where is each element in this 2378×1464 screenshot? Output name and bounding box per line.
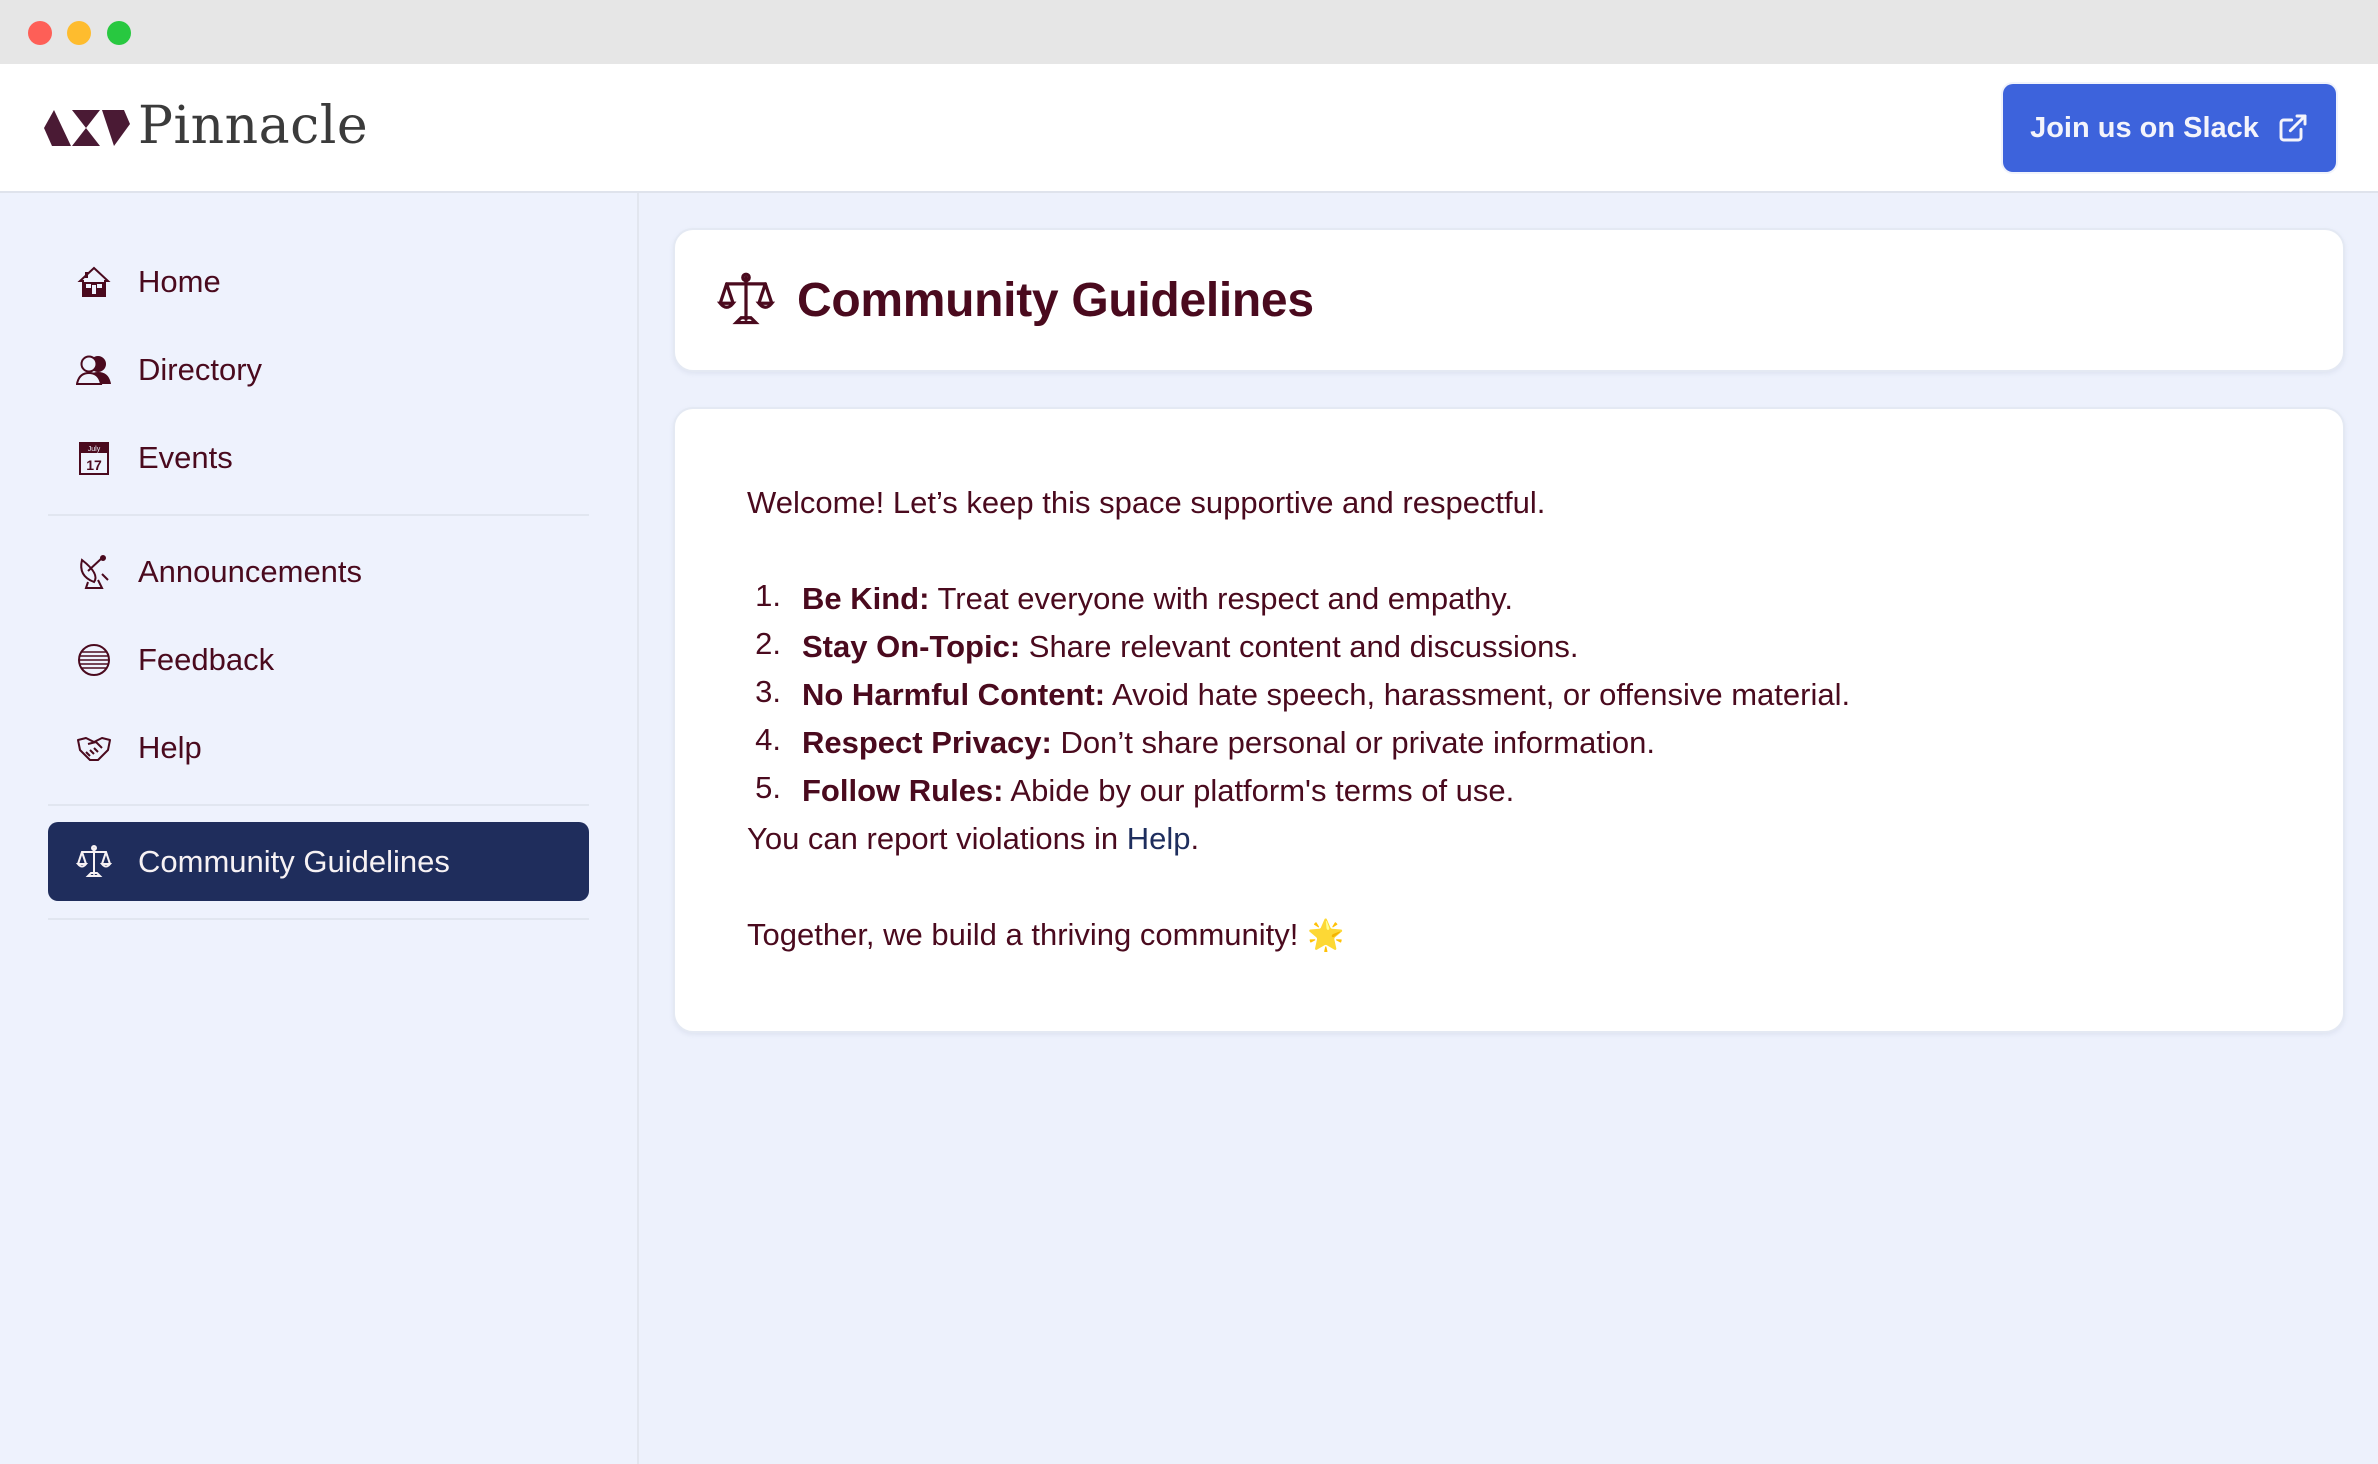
scales-icon <box>74 844 114 880</box>
sidebar-nav: Home Directory July 17 Events Announcemen… <box>0 193 639 1464</box>
rule-item: 1. Be Kind: Treat everyone with respect a… <box>747 575 1850 623</box>
rule-title: Respect Privacy: <box>802 725 1052 760</box>
handshake-icon <box>74 730 114 766</box>
speech-bubble-icon <box>74 642 114 678</box>
sidebar-item-directory[interactable]: Directory <box>48 335 589 405</box>
rule-number: 3. <box>755 674 781 709</box>
closing-message: Together, we build a thriving community! <box>747 917 1307 952</box>
sidebar-item-announcements[interactable]: Announcements <box>48 537 589 607</box>
sidebar-item-events[interactable]: July 17 Events <box>48 423 589 493</box>
report-suffix: . <box>1190 821 1200 856</box>
pinnacle-logo-icon <box>44 110 130 146</box>
help-link[interactable]: Help <box>1127 821 1191 856</box>
calendar-month: July <box>88 446 101 453</box>
rule-number: 1. <box>755 578 781 613</box>
sidebar-item-label: Directory <box>138 352 263 387</box>
join-slack-button[interactable]: Join us on Slack <box>2003 84 2336 172</box>
rule-item: 2. Stay On-Topic: Share relevant content … <box>747 623 1850 671</box>
rule-text: Treat everyone with respect and empathy. <box>929 581 1514 616</box>
calendar-icon: July 17 <box>74 440 114 476</box>
rule-number: 4. <box>755 722 781 757</box>
report-prefix: You can report violations in <box>747 821 1127 856</box>
rule-number: 5. <box>755 770 781 805</box>
guidelines-content: Welcome! Let’s keep this space supportiv… <box>747 479 1850 960</box>
house-icon <box>74 264 114 300</box>
sidebar-item-label: Home <box>138 264 221 299</box>
sidebar-divider <box>48 804 589 806</box>
brand-logo[interactable]: Pinnacle <box>44 96 369 156</box>
closing-text: Together, we build a thriving community!… <box>747 911 1850 960</box>
rule-title: Stay On-Topic: <box>802 629 1021 664</box>
rule-title: Be Kind: <box>802 581 930 616</box>
rule-title: Follow Rules: <box>802 773 1004 808</box>
maximize-window-button[interactable] <box>107 21 131 45</box>
join-slack-label: Join us on Slack <box>2030 111 2259 144</box>
rule-number: 2. <box>755 626 781 661</box>
report-text: You can report violations in Help. <box>747 815 1850 863</box>
sidebar-item-label: Community Guidelines <box>138 843 450 879</box>
sidebar-item-help[interactable]: Help <box>48 713 589 783</box>
external-link-icon <box>2279 114 2307 142</box>
rule-text: Don’t share personal or private informat… <box>1051 725 1655 760</box>
people-icon <box>74 352 114 388</box>
sidebar-item-label: Help <box>138 730 202 765</box>
sidebar-item-home[interactable]: Home <box>48 247 589 317</box>
rule-text: Abide by our platform's terms of use. <box>1003 773 1515 808</box>
brand-name: Pinnacle <box>138 96 369 156</box>
window-titlebar <box>0 0 2378 64</box>
app-header: Pinnacle Join us on Slack <box>0 64 2378 193</box>
sidebar-item-feedback[interactable]: Feedback <box>48 625 589 695</box>
sidebar-divider <box>48 514 589 516</box>
sidebar-item-label: Feedback <box>138 642 275 677</box>
rule-title: No Harmful Content: <box>802 677 1106 712</box>
page-title-card: Community Guidelines <box>673 228 2345 372</box>
sidebar-item-label: Announcements <box>138 554 363 589</box>
rule-item: 5. Follow Rules: Abide by our platform's … <box>747 767 1850 815</box>
scales-icon <box>717 272 775 325</box>
rule-item: 4. Respect Privacy: Don’t share personal … <box>747 719 1850 767</box>
close-window-button[interactable] <box>28 21 52 45</box>
rule-item: 3. No Harmful Content: Avoid hate speech,… <box>747 671 1850 719</box>
intro-text: Welcome! Let’s keep this space supportiv… <box>747 485 1546 520</box>
calendar-day: 17 <box>86 457 102 473</box>
sidebar-item-community-guidelines[interactable]: Community Guidelines <box>48 822 589 901</box>
sidebar-divider <box>48 918 589 920</box>
guidelines-card: Welcome! Let’s keep this space supportiv… <box>673 407 2345 1033</box>
satellite-dish-icon <box>74 554 114 590</box>
glowing-star-icon: 🌟 <box>1307 919 1345 952</box>
rules-list: 1. Be Kind: Treat everyone with respect a… <box>747 575 1850 815</box>
sidebar-item-label: Events <box>138 440 233 475</box>
rule-text: Share relevant content and discussions. <box>1020 629 1579 664</box>
rule-text: Avoid hate speech, harassment, or offens… <box>1105 677 1851 712</box>
page-title: Community Guidelines <box>797 273 1314 327</box>
minimize-window-button[interactable] <box>67 21 91 45</box>
